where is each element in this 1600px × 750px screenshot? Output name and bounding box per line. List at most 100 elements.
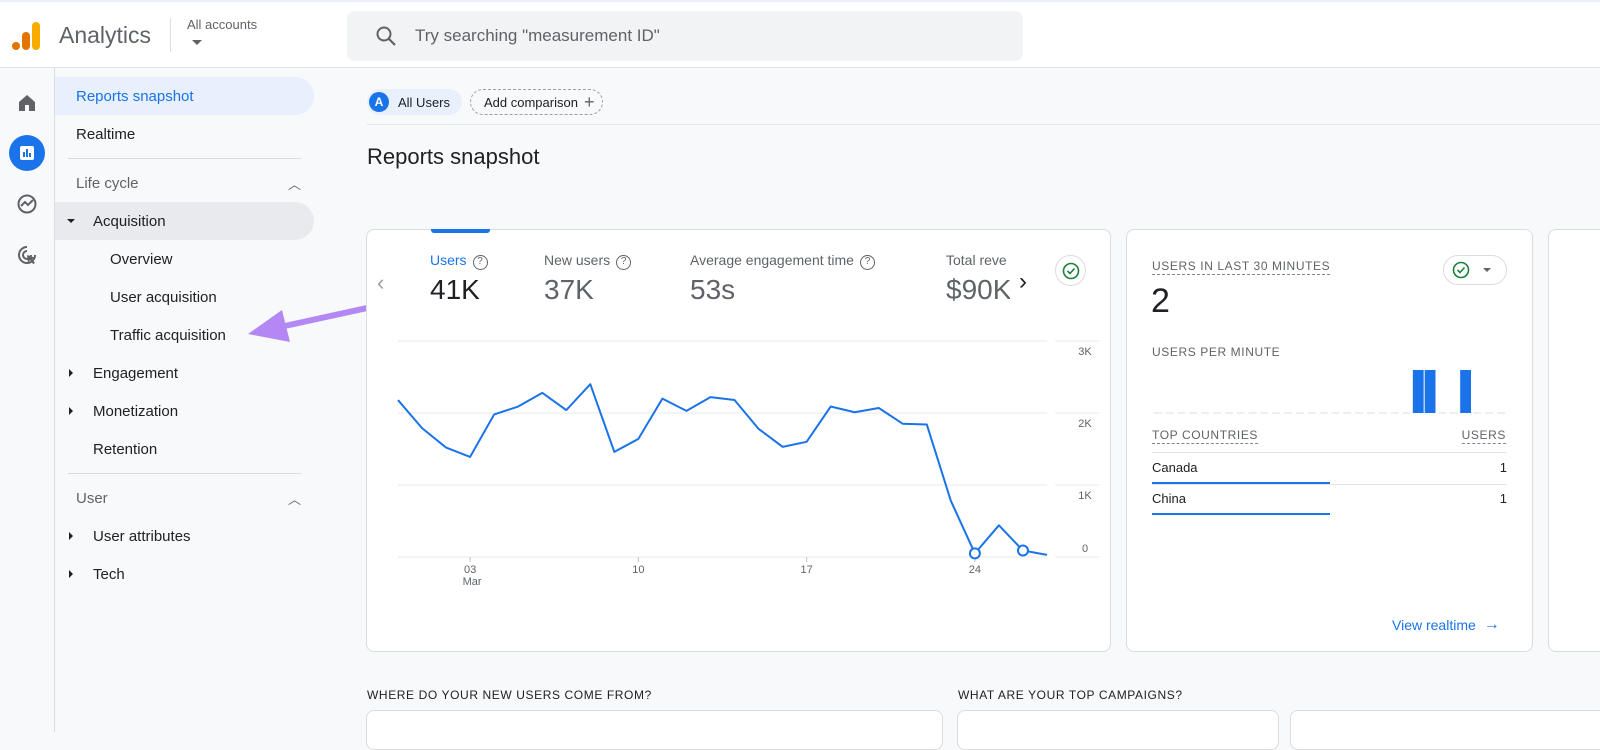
sidebar-item-user-acquisition[interactable]: User acquisition — [55, 278, 217, 316]
sidebar-item-acquisition[interactable]: Acquisition — [55, 202, 314, 240]
minute-bar[interactable] — [1497, 413, 1505, 414]
sidebar-item-label: User attributes — [93, 528, 191, 545]
x-tick-label: 24 — [969, 564, 981, 576]
minute-bar[interactable] — [1296, 413, 1304, 414]
minute-bar[interactable] — [1413, 370, 1424, 413]
divider — [367, 124, 1600, 125]
minute-bar[interactable] — [1485, 413, 1493, 414]
advertising-button[interactable] — [9, 237, 45, 273]
minute-bar[interactable] — [1213, 413, 1221, 414]
minute-bar[interactable] — [1460, 370, 1471, 413]
add-comparison-button[interactable]: Add comparison + — [470, 89, 603, 115]
new-users-card — [366, 710, 943, 750]
campaigns-card — [957, 710, 1279, 750]
section-user[interactable]: User ︿ — [55, 479, 301, 517]
sidebar-item-realtime[interactable]: Realtime — [55, 115, 135, 153]
minute-bar[interactable] — [1308, 413, 1316, 414]
home-icon — [17, 93, 37, 113]
country-row[interactable]: Canada 1 — [1152, 457, 1507, 487]
chevron-down-icon — [192, 40, 202, 45]
users-line-chart: 01K2K3K03Mar101724 — [366, 330, 1111, 600]
minute-bar[interactable] — [1332, 413, 1340, 414]
account-selector[interactable]: All accounts — [187, 17, 257, 45]
minute-bar[interactable] — [1272, 413, 1280, 414]
top-bar: Analytics All accounts Try searching "me… — [0, 0, 1600, 68]
sidebar-item-engagement[interactable]: Engagement — [55, 354, 178, 392]
country-users: 1 — [1500, 460, 1507, 475]
section-lifecycle[interactable]: Life cycle ︿ — [55, 164, 301, 202]
minute-bar[interactable] — [1190, 413, 1198, 414]
left-rail — [0, 68, 55, 732]
view-realtime-label: View realtime — [1392, 617, 1476, 633]
minute-bar[interactable] — [1425, 370, 1436, 413]
minute-bar[interactable] — [1474, 413, 1482, 414]
users-header[interactable]: USERS — [1462, 428, 1506, 444]
users-per-minute-chart — [1152, 365, 1507, 417]
metric-label: New users — [544, 252, 610, 268]
minute-bar[interactable] — [1367, 413, 1375, 414]
next-metric-button[interactable]: › — [1019, 268, 1027, 296]
help-icon[interactable]: ? — [473, 255, 488, 270]
minute-bar[interactable] — [1379, 413, 1387, 414]
sidebar-item-label: Acquisition — [93, 213, 166, 230]
explore-button[interactable] — [9, 186, 45, 222]
help-icon[interactable]: ? — [616, 255, 631, 270]
minute-bar[interactable] — [1225, 413, 1233, 414]
section-heading: Life cycle — [76, 175, 139, 192]
account-selector-label: All accounts — [187, 17, 257, 32]
sidebar-item-label: Realtime — [76, 126, 135, 143]
minute-bar[interactable] — [1201, 413, 1209, 414]
minute-bar[interactable] — [1403, 413, 1411, 414]
sidebar-item-reports-snapshot[interactable]: Reports snapshot — [55, 77, 314, 115]
home-button[interactable] — [9, 85, 45, 121]
minute-bar[interactable] — [1320, 413, 1328, 414]
sidebar-item-monetization[interactable]: Monetization — [55, 392, 178, 430]
country-name: Canada — [1152, 460, 1198, 475]
minute-bar[interactable] — [1391, 413, 1399, 414]
sidebar-item-tech[interactable]: Tech — [55, 555, 125, 593]
minute-bar[interactable] — [1166, 413, 1174, 414]
minute-bar[interactable] — [1154, 413, 1162, 414]
view-realtime-link[interactable]: View realtime → — [1392, 616, 1500, 634]
metric-tab-total-revenue[interactable]: Total reve $90K — [946, 250, 1010, 310]
minute-bar[interactable] — [1237, 413, 1245, 414]
search-input[interactable]: Try searching "measurement ID" — [347, 11, 1023, 61]
minute-bar[interactable] — [1450, 413, 1458, 414]
help-icon[interactable]: ? — [860, 255, 875, 270]
metric-label: Total reve — [946, 252, 1007, 268]
realtime-title[interactable]: USERS IN LAST 30 MINUTES — [1152, 259, 1330, 275]
sidebar-item-user-attributes[interactable]: User attributes — [55, 517, 191, 555]
previous-metric-button[interactable]: ‹ — [377, 270, 384, 296]
sidebar-item-traffic-acquisition[interactable]: Traffic acquisition — [55, 316, 226, 354]
minute-bar[interactable] — [1343, 413, 1351, 414]
country-name: China — [1152, 491, 1186, 506]
add-comparison-label: Add comparison — [484, 95, 578, 110]
page-title: Reports snapshot — [367, 144, 539, 170]
minute-bar[interactable] — [1261, 413, 1269, 414]
x-tick-label: 03 — [464, 564, 476, 576]
sidebar-item-overview[interactable]: Overview — [55, 240, 173, 278]
realtime-status-dropdown[interactable] — [1443, 255, 1507, 285]
metric-label: Average engagement time — [690, 252, 854, 268]
countries-header[interactable]: TOP COUNTRIES — [1152, 428, 1258, 444]
minute-bar[interactable] — [1178, 413, 1186, 414]
realtime-value: 2 — [1151, 282, 1170, 321]
sidebar-item-retention[interactable]: Retention — [55, 430, 157, 468]
chevron-up-icon: ︿ — [288, 489, 301, 508]
metric-label: Users — [430, 252, 467, 268]
caret-right-icon — [69, 407, 73, 415]
insights-status-button[interactable] — [1055, 255, 1086, 286]
explore-icon — [16, 193, 38, 215]
segment-chip-all-users[interactable]: A All Users — [367, 89, 462, 115]
campaigns-card-2 — [1290, 710, 1600, 750]
sidebar-item-label: Engagement — [93, 365, 178, 382]
country-row[interactable]: China 1 — [1152, 488, 1507, 518]
metric-value: 41K — [430, 274, 480, 306]
minute-bar[interactable] — [1284, 413, 1292, 414]
y-tick-label: 0 — [1082, 543, 1088, 555]
minute-bar[interactable] — [1355, 413, 1363, 414]
minute-bar[interactable] — [1438, 413, 1446, 414]
reports-button[interactable] — [9, 135, 45, 171]
minute-bar[interactable] — [1249, 413, 1257, 414]
caret-right-icon — [69, 532, 73, 540]
